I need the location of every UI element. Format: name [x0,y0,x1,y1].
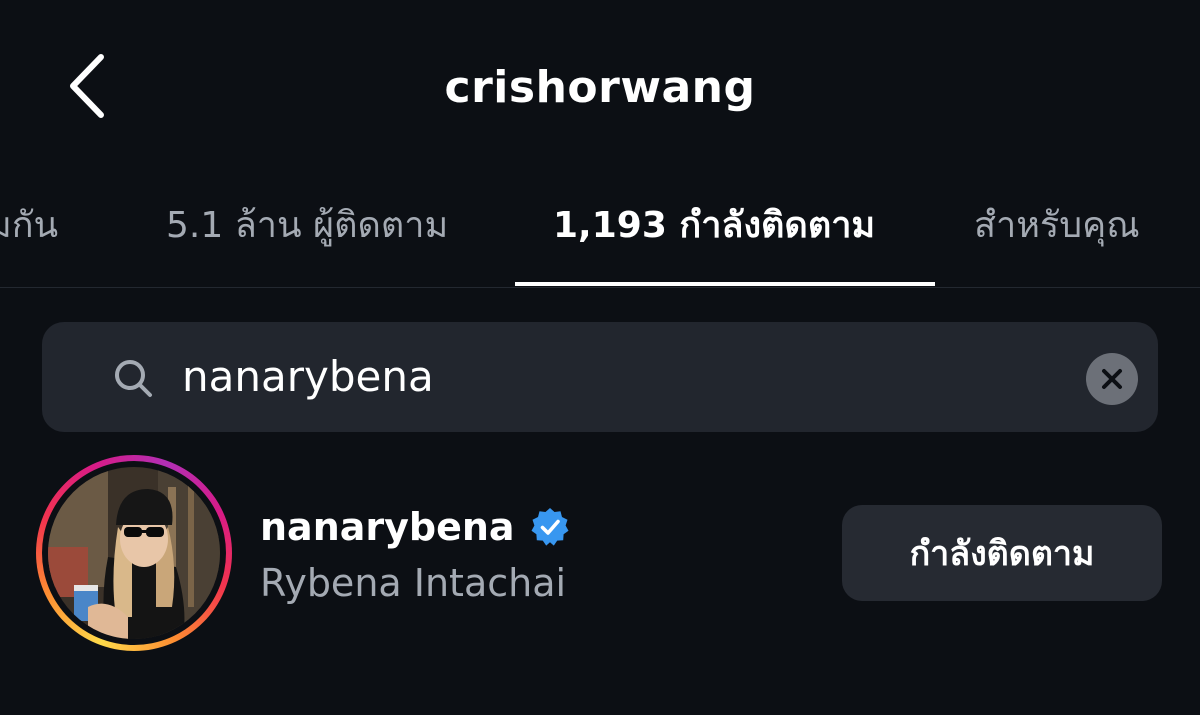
avatar-photo [48,467,220,639]
following-list-screen: crishorwang มกัน 5.1 ล้าน ผู้ติดตาม 1,19… [0,0,1200,715]
search-input[interactable] [182,344,1062,410]
tab-following[interactable]: 1,193 กำลังติดตาม [553,196,875,256]
tab-bar: มกัน 5.1 ล้าน ผู้ติดตาม 1,193 กำลังติดตา… [0,180,1200,288]
active-tab-indicator [515,282,935,286]
tab-followers[interactable]: 5.1 ล้าน ผู้ติดตาม [166,196,448,256]
header: crishorwang [0,0,1200,175]
username-line: nanarybena [260,502,571,552]
page-title: crishorwang [444,62,756,113]
close-icon [1102,369,1122,389]
verified-badge-icon [531,508,569,546]
list-item[interactable]: nanarybena Rybena Intachai กำลังติดตาม [0,450,1200,660]
username[interactable]: nanarybena [260,502,515,552]
clear-search-button[interactable] [1086,353,1138,405]
tabs-divider [0,287,1200,288]
story-ring[interactable] [36,455,232,651]
full-name: Rybena Intachai [260,561,567,605]
tab-mutual[interactable]: มกัน [0,196,58,256]
search-bar[interactable] [42,322,1158,432]
search-icon [115,360,152,397]
tab-for-you[interactable]: สำหรับคุณ [974,196,1140,256]
following-button[interactable]: กำลังติดตาม [842,505,1162,601]
avatar[interactable] [48,467,220,639]
